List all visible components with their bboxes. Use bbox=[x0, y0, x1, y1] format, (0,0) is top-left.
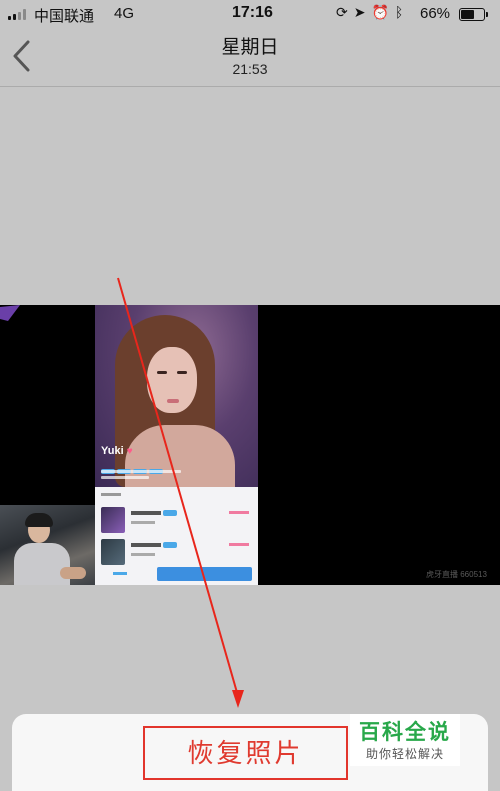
photo-preview[interactable]: Yuki ♥ 虎牙直播 660513 bbox=[0, 305, 500, 585]
heart-icon: ♥ bbox=[126, 446, 133, 457]
battery-fill bbox=[461, 10, 475, 19]
signal-icon bbox=[8, 8, 30, 20]
alarm-icon: ⏰ bbox=[371, 4, 395, 20]
bluetooth-icon: ᛒ bbox=[394, 4, 410, 20]
stream-screenshot: Yuki ♥ bbox=[95, 305, 258, 585]
network-type: 4G bbox=[114, 5, 135, 22]
logo-slogan: 助你轻松解决 bbox=[365, 747, 444, 761]
location-icon: ➤ bbox=[353, 4, 372, 20]
status-bar: 中国联通 4G 17:16 ⟳➤⏰ᛒ 66% bbox=[0, 0, 500, 28]
stream-list bbox=[95, 487, 258, 585]
battery-icon bbox=[459, 8, 485, 21]
list-item bbox=[101, 539, 252, 569]
status-icons: ⟳➤⏰ᛒ bbox=[336, 4, 409, 21]
carrier-name: 中国联通 bbox=[34, 8, 95, 25]
page-title: 星期日 bbox=[221, 37, 279, 58]
stream-hero-image: Yuki ♥ bbox=[95, 305, 258, 487]
header-divider bbox=[0, 86, 500, 87]
list-item bbox=[101, 507, 252, 537]
restore-photo-button[interactable]: 恢复照片 bbox=[143, 726, 348, 780]
watermark: 虎牙直播 660513 bbox=[426, 570, 487, 579]
status-time: 17:16 bbox=[232, 4, 273, 21]
streamer-name: Yuki ♥ bbox=[101, 445, 133, 457]
stream-action-bar bbox=[95, 567, 258, 581]
page-subtitle: 21:53 bbox=[232, 61, 268, 77]
corner-logo-icon bbox=[0, 305, 20, 321]
rotation-lock-icon: ⟳ bbox=[336, 4, 354, 20]
battery-percent: 66% bbox=[420, 5, 451, 22]
caption-lines bbox=[101, 470, 181, 482]
nav-header: 星期日 21:53 bbox=[0, 28, 500, 86]
battery-tip bbox=[486, 12, 488, 17]
logo-title: 百科全说 bbox=[359, 721, 451, 744]
webcam-thumbnail bbox=[0, 505, 95, 585]
site-logo: 百科全说 助你轻松解决 bbox=[350, 714, 460, 766]
